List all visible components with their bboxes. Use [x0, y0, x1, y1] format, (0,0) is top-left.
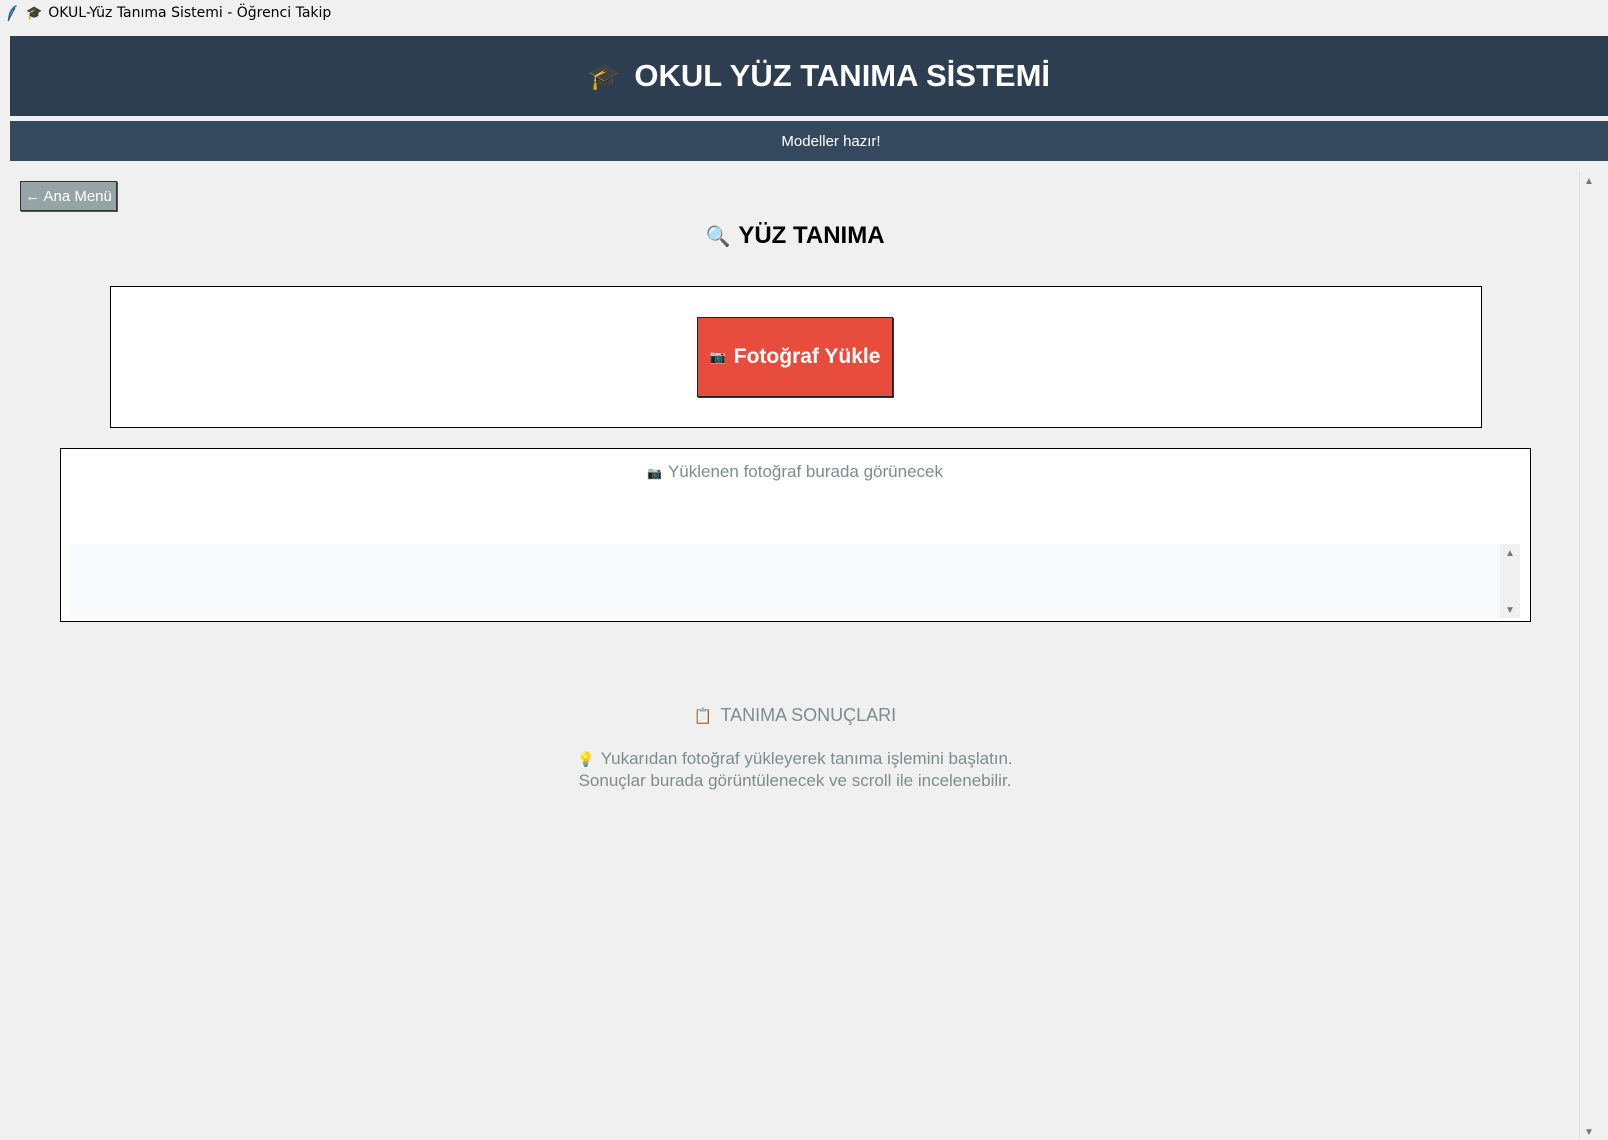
- main-scrollbar[interactable]: ▲ ▼: [1579, 172, 1600, 1140]
- results-title: 📋 TANIMA SONUÇLARI: [0, 705, 1590, 726]
- graduation-cap-icon: 🎓: [587, 60, 621, 91]
- back-to-menu-button[interactable]: ← Ana Menü: [20, 181, 117, 211]
- upload-photo-button[interactable]: 📷 Fotoğraf Yükle: [697, 317, 893, 397]
- results-title-text: TANIMA SONUÇLARI: [720, 705, 897, 725]
- graduation-cap-icon: 🎓: [26, 5, 43, 21]
- lightbulb-icon: 💡: [577, 751, 595, 767]
- hint-line-2: Sonuçlar burada görüntülenecek ve scroll…: [578, 771, 1012, 790]
- window-titlebar: 🎓 OKUL-Yüz Tanıma Sistemi - Öğrenci Taki…: [0, 0, 1608, 26]
- window-title: OKUL-Yüz Tanıma Sistemi - Öğrenci Takip: [48, 5, 332, 21]
- upload-photo-label: Fotoğraf Yükle: [733, 345, 881, 368]
- results-hint: 💡 Yukarıdan fotoğraf yükleyerek tanıma iş…: [0, 748, 1590, 791]
- photo-preview-placeholder-text: Yüklenen fotoğraf burada görünecek: [667, 462, 943, 481]
- scroll-up-arrow-icon[interactable]: ▲: [1505, 548, 1515, 559]
- hint-line-1: Yukarıdan fotoğraf yükleyerek tanıma işl…: [600, 749, 1013, 768]
- camera-icon: 📷: [647, 466, 662, 480]
- app-header: 🎓 OKUL YÜZ TANIMA SİSTEMİ: [10, 36, 1608, 116]
- photo-preview-placeholder: 📷 Yüklenen fotoğraf burada görünecek: [0, 462, 1590, 482]
- page-title-text: YÜZ TANIMA: [738, 222, 885, 249]
- scroll-down-arrow-icon[interactable]: ▼: [1505, 605, 1515, 616]
- textarea-scrollbar[interactable]: ▲ ▼: [1500, 544, 1520, 618]
- page-title: 🔍 YÜZ TANIMA: [0, 222, 1590, 250]
- scroll-up-arrow-icon[interactable]: ▲: [1584, 176, 1594, 187]
- camera-icon: 📷: [709, 349, 726, 364]
- feather-icon: [7, 5, 17, 22]
- status-bar: Modeller hazır!: [10, 121, 1608, 161]
- status-text: Modeller hazır!: [781, 132, 881, 150]
- scroll-down-arrow-icon[interactable]: ▼: [1584, 1127, 1594, 1138]
- preview-textarea[interactable]: [70, 544, 1520, 618]
- clipboard-icon: 📋: [693, 708, 713, 725]
- magnifier-icon: 🔍: [705, 226, 731, 248]
- app-title: OKUL YÜZ TANIMA SİSTEMİ: [634, 58, 1050, 93]
